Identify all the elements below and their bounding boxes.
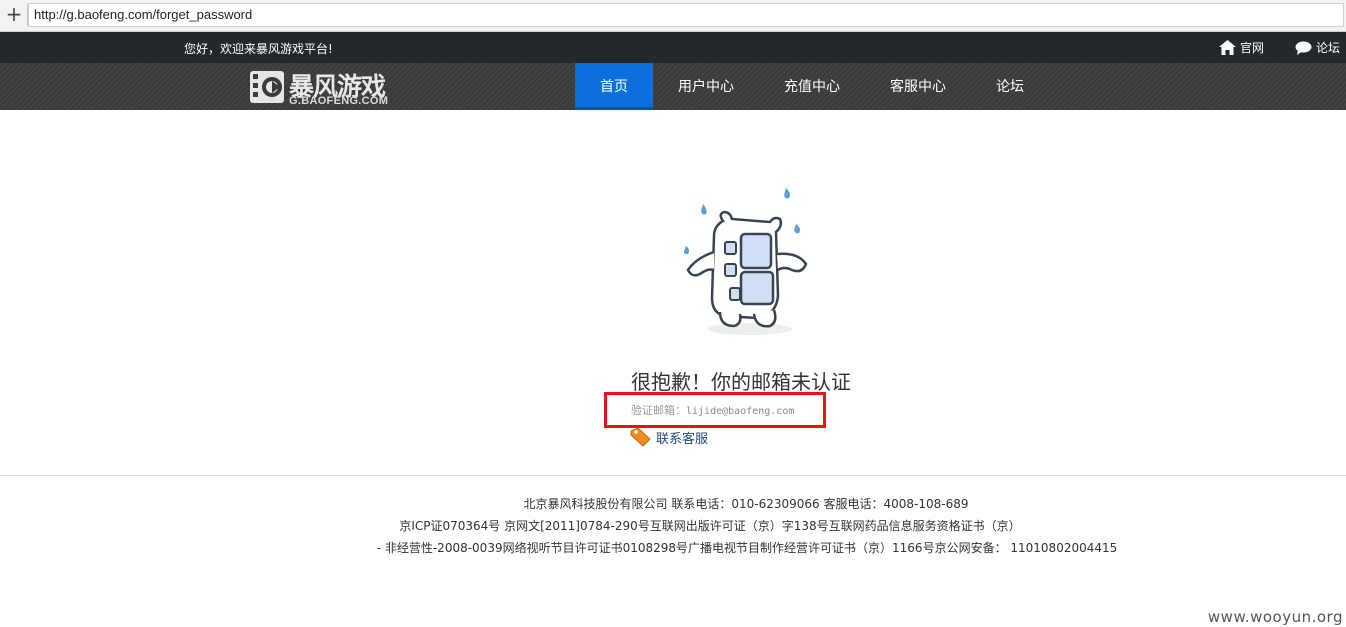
baofeng-logo[interactable]: 暴风游戏 G.BAOFENG.COM bbox=[249, 67, 409, 107]
verify-email-line: 验证邮箱：lijide@baofeng.com bbox=[631, 402, 794, 418]
speech-bubble-icon bbox=[1295, 41, 1312, 55]
logo-subtitle: G.BAOFENG.COM bbox=[289, 95, 389, 107]
browser-address-bar: + http://g.baofeng.com/forget_password bbox=[0, 0, 1346, 32]
nav-recharge-center[interactable]: 充值中心 bbox=[773, 63, 851, 110]
official-site-label: 官网 bbox=[1240, 41, 1265, 55]
verify-email-value: lijide@baofeng.com bbox=[686, 406, 795, 417]
url-input[interactable]: http://g.baofeng.com/forget_password bbox=[28, 3, 1344, 27]
top-strip: 您好，欢迎来暴风游戏平台! 官网 论坛 bbox=[0, 32, 1346, 63]
watermark-text: www.wooyun.org bbox=[1207, 608, 1343, 626]
footer-divider bbox=[0, 475, 1346, 476]
footer-permit-line: - 非经营性-2008-0039网络视听节目许可证书0108298号广播电视节目… bbox=[376, 541, 1118, 555]
verify-email-label: 验证邮箱： bbox=[631, 404, 686, 417]
nav-forum[interactable]: 论坛 bbox=[985, 63, 1035, 110]
error-title: 很抱歉！你的邮箱未认证 bbox=[631, 370, 851, 394]
nav-user-center[interactable]: 用户中心 bbox=[667, 63, 745, 110]
nav-service-center[interactable]: 客服中心 bbox=[879, 63, 957, 110]
contact-service-label: 联系客服 bbox=[656, 431, 709, 447]
baofeng-logo-icon bbox=[250, 71, 284, 103]
forum-top-label: 论坛 bbox=[1316, 41, 1341, 55]
tag-icon bbox=[630, 427, 651, 447]
sweating-film-mascot-icon bbox=[684, 188, 808, 335]
main-navbar: 暴风游戏 G.BAOFENG.COM 首页 用户中心 充值中心 客服中心 论坛 bbox=[0, 63, 1346, 110]
nav-home[interactable]: 首页 bbox=[575, 63, 653, 110]
official-site-link[interactable]: 官网 bbox=[1219, 39, 1264, 56]
url-text: http://g.baofeng.com/forget_password bbox=[34, 7, 253, 22]
footer-license-line: 京ICP证070364号 京网文[2011]0784-290号互联网出版许可证（… bbox=[399, 519, 1021, 533]
contact-service-link[interactable]: 联系客服 bbox=[630, 427, 708, 447]
forum-top-link[interactable]: 论坛 bbox=[1295, 39, 1340, 56]
footer-company-line: 北京暴风科技股份有限公司 联系电话：010-62309066 客服电话：4008… bbox=[523, 497, 969, 511]
welcome-text: 您好，欢迎来暴风游戏平台! bbox=[184, 42, 333, 56]
home-icon bbox=[1219, 40, 1236, 55]
new-tab-plus-icon[interactable]: + bbox=[5, 3, 23, 25]
